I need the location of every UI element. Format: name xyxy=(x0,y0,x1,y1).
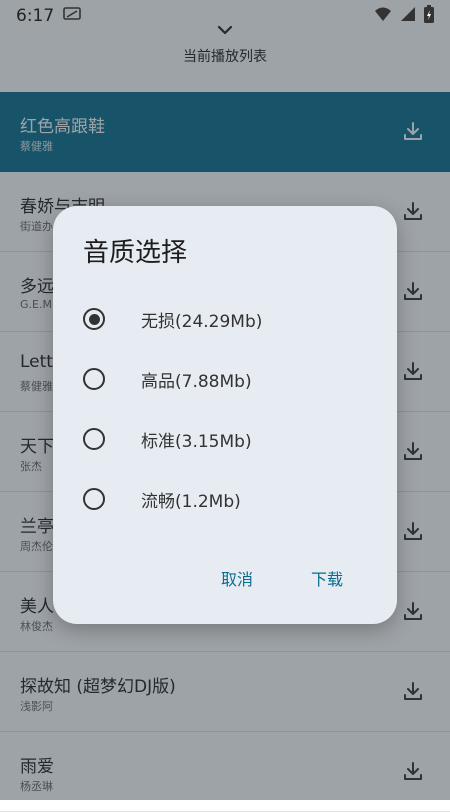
status-time: 6:17 xyxy=(16,6,55,26)
quality-dialog: 音质选择 无损(24.29Mb) 高品(7.88Mb) 标准(3.15Mb) 流… xyxy=(53,206,397,624)
radio-unselected[interactable] xyxy=(83,428,105,450)
status-right xyxy=(374,4,434,28)
option-standard[interactable]: 标准(3.15Mb) xyxy=(83,419,363,459)
radio-unselected[interactable] xyxy=(83,488,105,510)
dialog-title: 音质选择 xyxy=(83,238,188,268)
radio-unselected[interactable] xyxy=(83,368,105,390)
status-left: 6:17 xyxy=(16,6,82,27)
radio-dot xyxy=(88,313,100,325)
option-label: 高品(7.88Mb) xyxy=(141,371,252,392)
option-lossless[interactable]: 无损(24.29Mb) xyxy=(83,299,363,339)
radio-selected[interactable] xyxy=(83,308,105,330)
option-label: 无损(24.29Mb) xyxy=(141,311,263,332)
option-smooth[interactable]: 流畅(1.2Mb) xyxy=(83,479,363,519)
cast-icon xyxy=(62,6,82,27)
cancel-button[interactable]: 取消 xyxy=(215,562,259,594)
option-high[interactable]: 高品(7.88Mb) xyxy=(83,359,363,399)
status-bar: 6:17 xyxy=(0,0,450,32)
wifi-icon xyxy=(374,6,392,27)
signal-icon xyxy=(400,6,416,27)
option-label: 标准(3.15Mb) xyxy=(141,431,252,452)
download-confirm-button[interactable]: 下载 xyxy=(305,562,349,594)
option-label: 流畅(1.2Mb) xyxy=(141,491,241,512)
battery-icon xyxy=(424,4,434,28)
